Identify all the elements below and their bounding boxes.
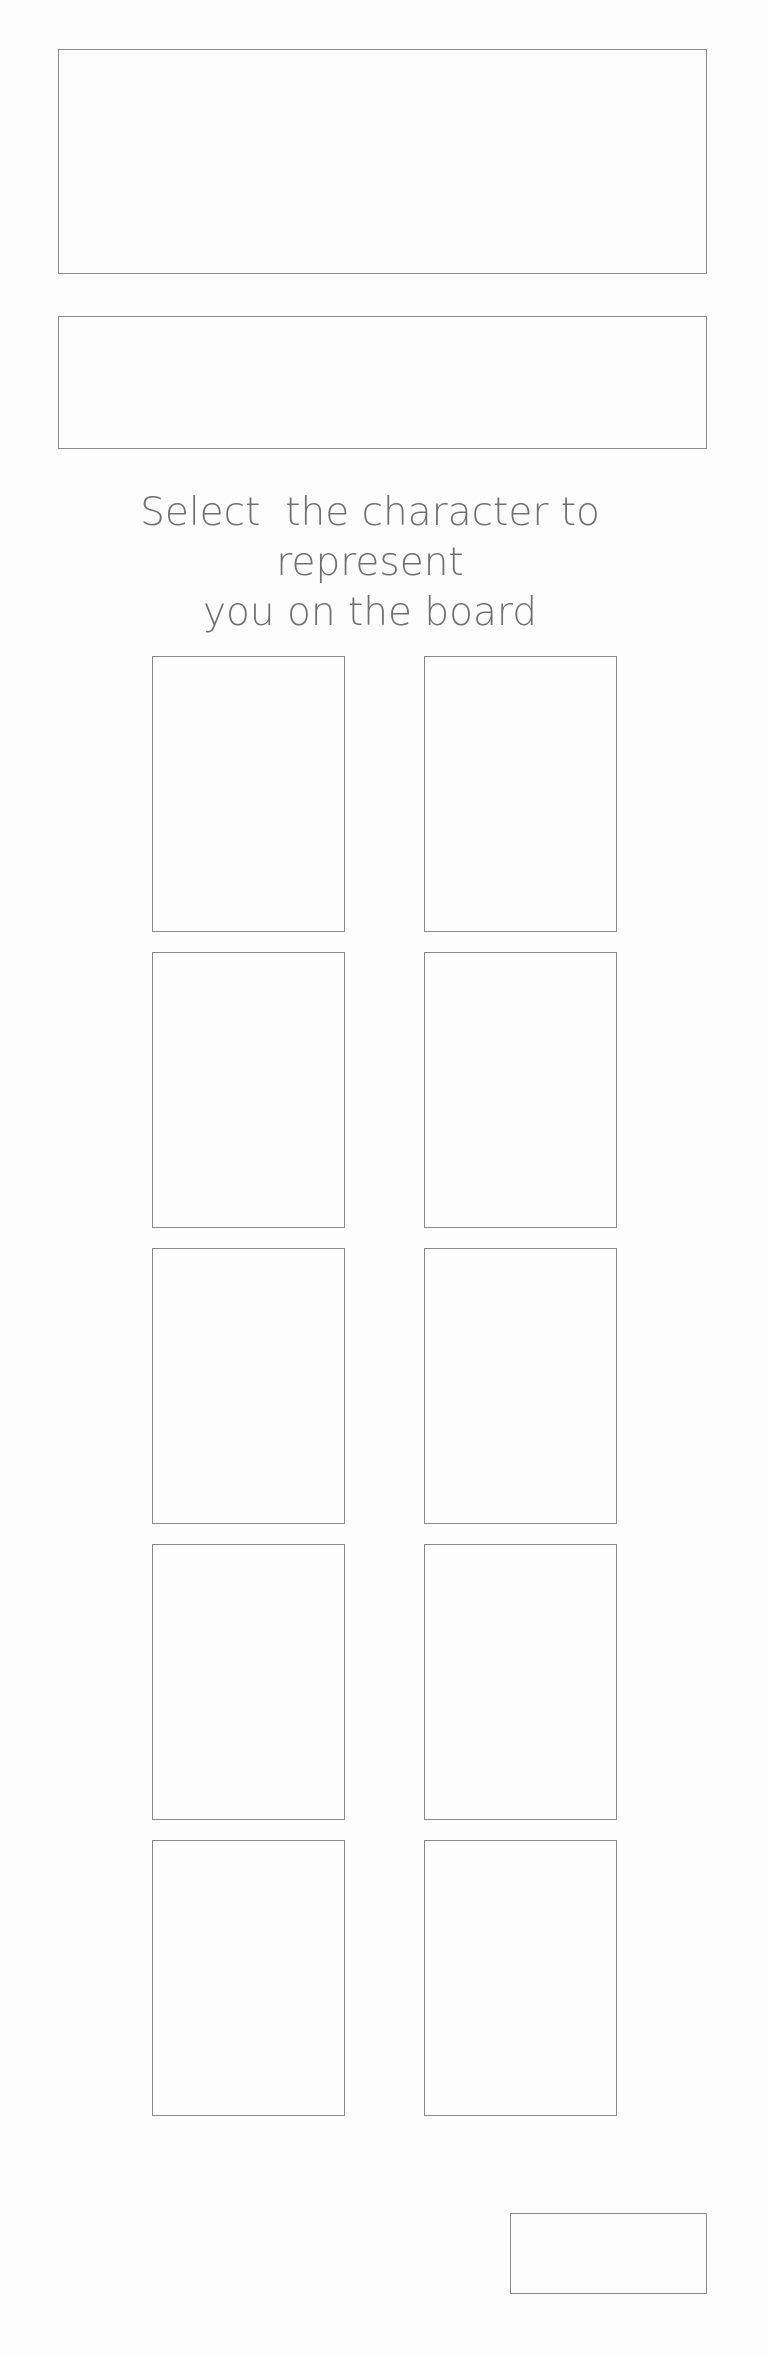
character-card-10[interactable] [424,1840,617,2116]
character-card-9[interactable] [152,1840,345,2116]
character-card-3[interactable] [152,952,345,1228]
character-card-6[interactable] [424,1248,617,1524]
character-card-8[interactable] [424,1544,617,1820]
prompt-line-1: Select the character to represent [140,490,613,585]
name-input-field[interactable] [58,49,707,274]
character-card-5[interactable] [152,1248,345,1524]
prompt-line-2: you on the board [202,590,538,635]
continue-button[interactable] [510,2213,707,2294]
character-card-7[interactable] [152,1544,345,1820]
character-card-4[interactable] [424,952,617,1228]
secondary-input-field[interactable] [58,316,707,449]
character-card-2[interactable] [424,656,617,932]
character-select-prompt: Select the character to represent you on… [58,488,682,638]
character-card-1[interactable] [152,656,345,932]
